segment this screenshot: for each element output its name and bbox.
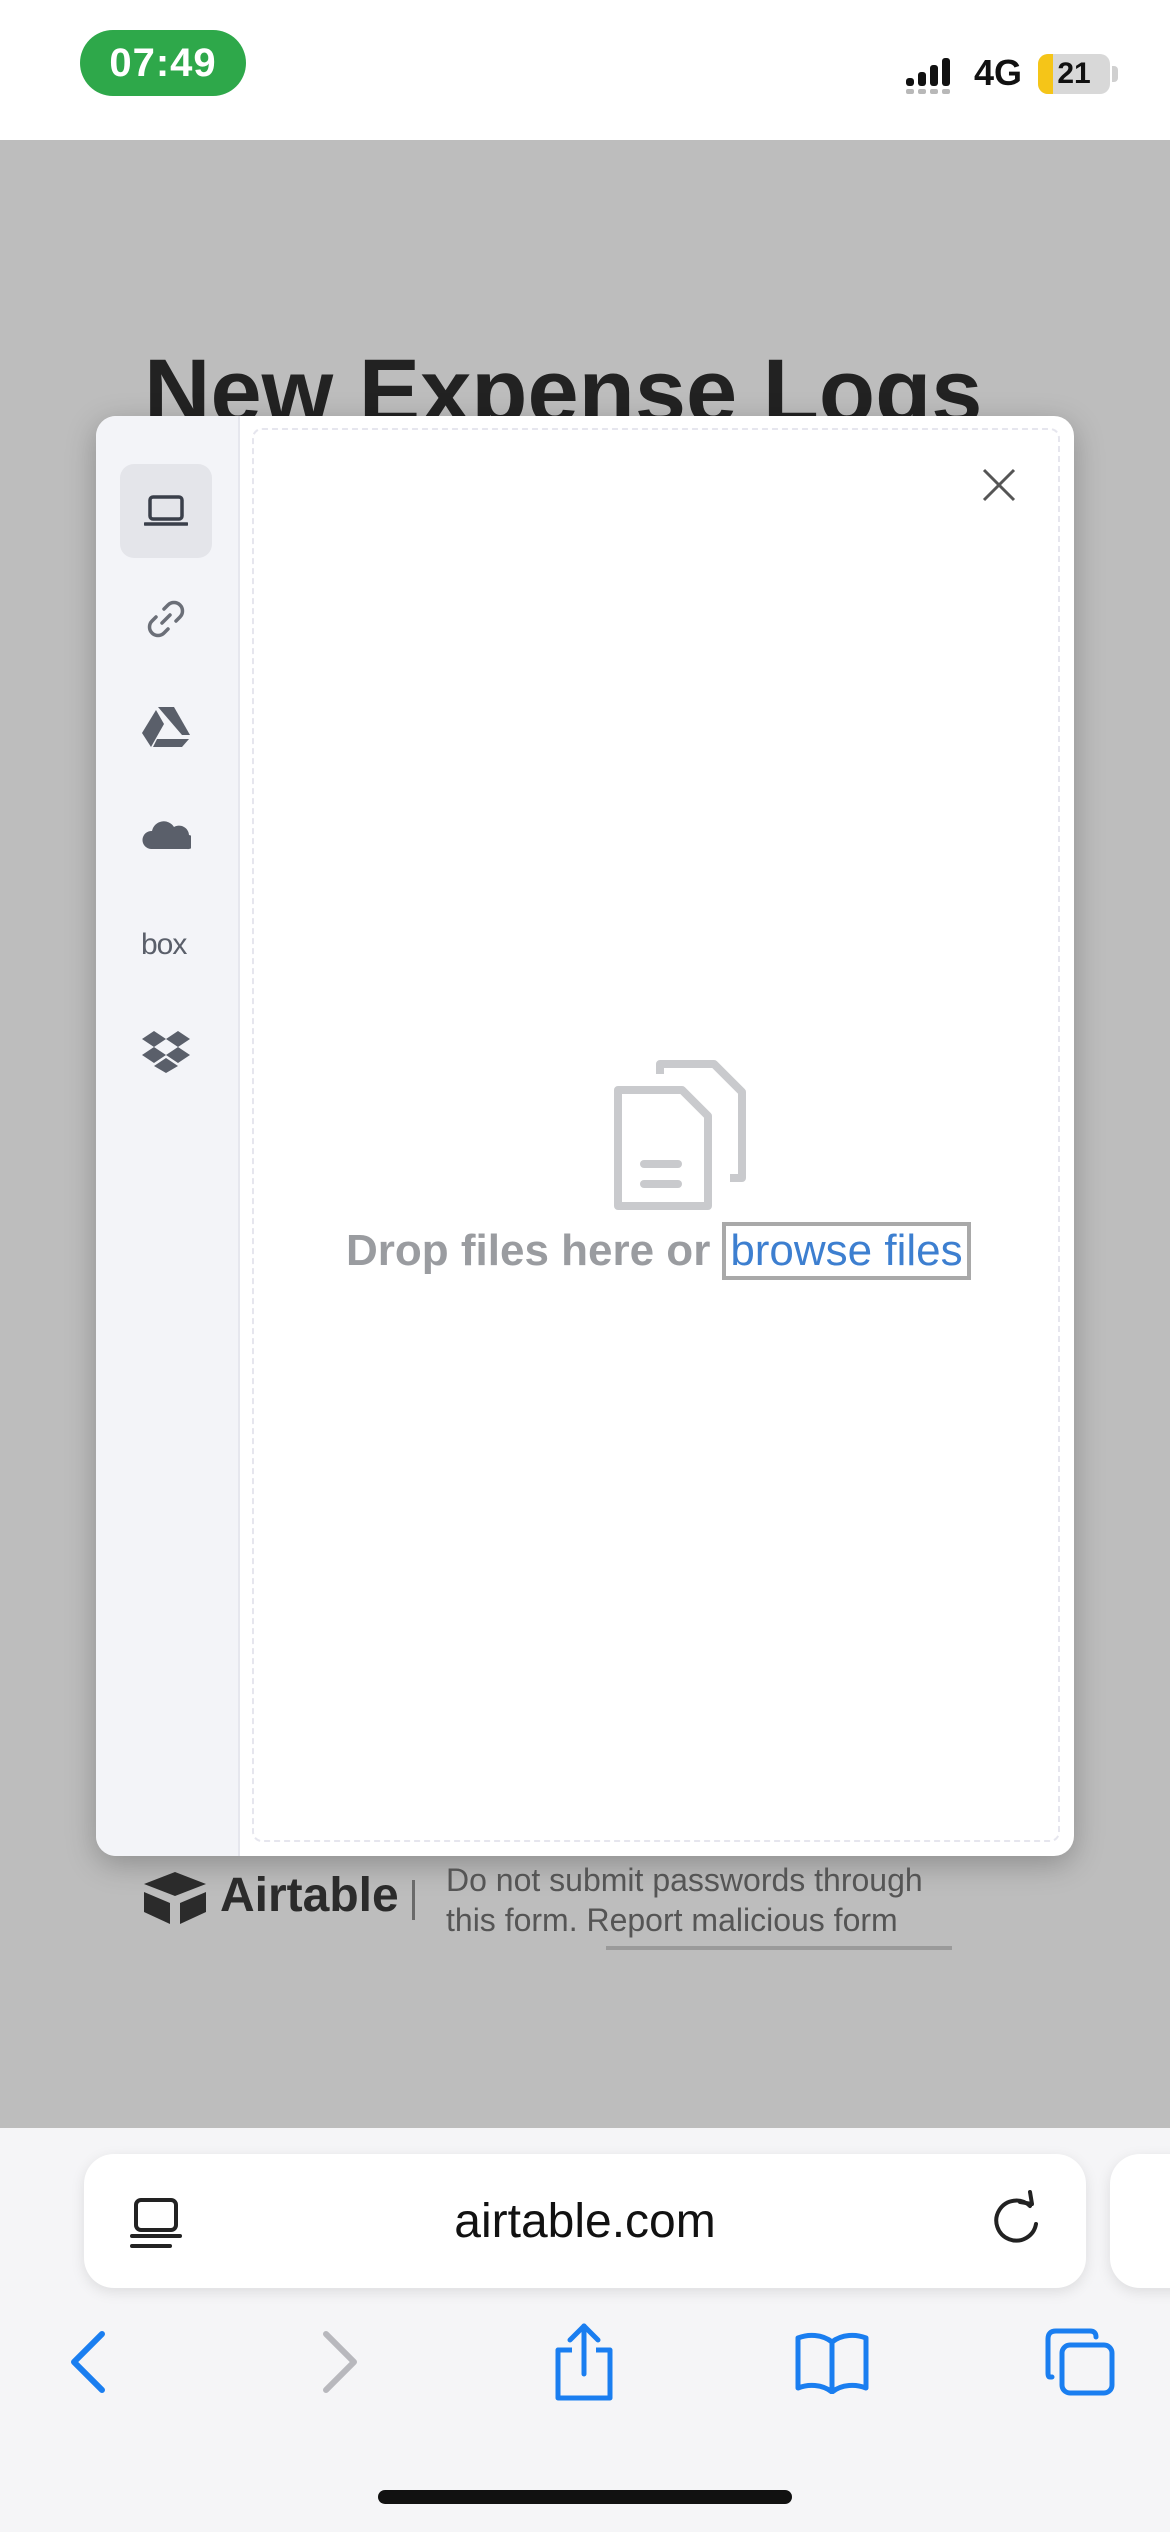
network-type: 4G	[974, 52, 1023, 93]
report-malicious-form-link[interactable]: Report malicious form	[586, 1902, 897, 1938]
share-icon	[555, 2323, 613, 2401]
close-button[interactable]	[976, 462, 1022, 508]
upload-modal: box Drop files here or browse files	[96, 416, 1074, 1856]
footer-separator	[412, 1880, 415, 1920]
notice-line-2-prefix: this form.	[446, 1902, 587, 1938]
battery-percent: 21	[1057, 57, 1091, 90]
upload-source-sidebar: box	[96, 416, 240, 1856]
chevron-right-icon	[323, 2331, 357, 2393]
bookmarks-button[interactable]	[792, 2320, 872, 2404]
notice-line-1: Do not submit passwords through	[446, 1862, 923, 1898]
files-icon	[614, 1060, 746, 1210]
share-button[interactable]	[544, 2320, 624, 2404]
report-link-underline	[606, 1946, 952, 1950]
book-icon	[795, 2332, 869, 2394]
tabs-button[interactable]	[1040, 2320, 1120, 2404]
source-link[interactable]	[120, 572, 212, 666]
battery-icon: 21	[1038, 54, 1110, 94]
next-tab-peek[interactable]	[1110, 2154, 1170, 2288]
password-notice: Do not submit passwords through this for…	[446, 1860, 1046, 1940]
chevron-left-icon	[71, 2331, 105, 2393]
box-logo-text: box	[141, 928, 187, 960]
browse-files-link[interactable]: browse files	[722, 1222, 971, 1280]
reader-mode-icon[interactable]	[130, 2194, 186, 2250]
back-button[interactable]	[48, 2320, 128, 2404]
source-box[interactable]: box	[120, 896, 212, 990]
reload-icon[interactable]	[986, 2190, 1046, 2250]
source-google-drive[interactable]	[120, 680, 212, 774]
status-time[interactable]: 07:49	[80, 30, 246, 96]
laptop-icon	[144, 495, 188, 526]
source-onedrive[interactable]	[120, 788, 212, 882]
forward-button[interactable]	[300, 2320, 380, 2404]
airtable-logo-icon	[144, 1872, 206, 1924]
google-drive-icon	[142, 707, 190, 747]
source-dropbox[interactable]	[120, 1004, 212, 1098]
drop-instructions: Drop files here or browse files	[346, 1222, 1046, 1280]
battery-tip	[1112, 66, 1118, 82]
link-icon	[147, 600, 185, 638]
address-url[interactable]: airtable.com	[84, 2154, 1086, 2288]
dropbox-icon	[142, 1031, 190, 1073]
notice-line-2: this form. Report malicious form	[446, 1900, 1046, 1940]
signal-icon	[906, 58, 950, 94]
airtable-brand-name[interactable]: Airtable	[220, 1868, 399, 1923]
tabs-icon	[1045, 2328, 1115, 2396]
close-icon	[982, 468, 1016, 502]
drop-text: Drop files here or	[346, 1226, 711, 1275]
box-logo-icon: box	[141, 928, 188, 960]
source-my-device[interactable]	[120, 464, 212, 558]
onedrive-cloud-icon	[142, 821, 191, 850]
home-indicator[interactable]	[378, 2490, 792, 2504]
